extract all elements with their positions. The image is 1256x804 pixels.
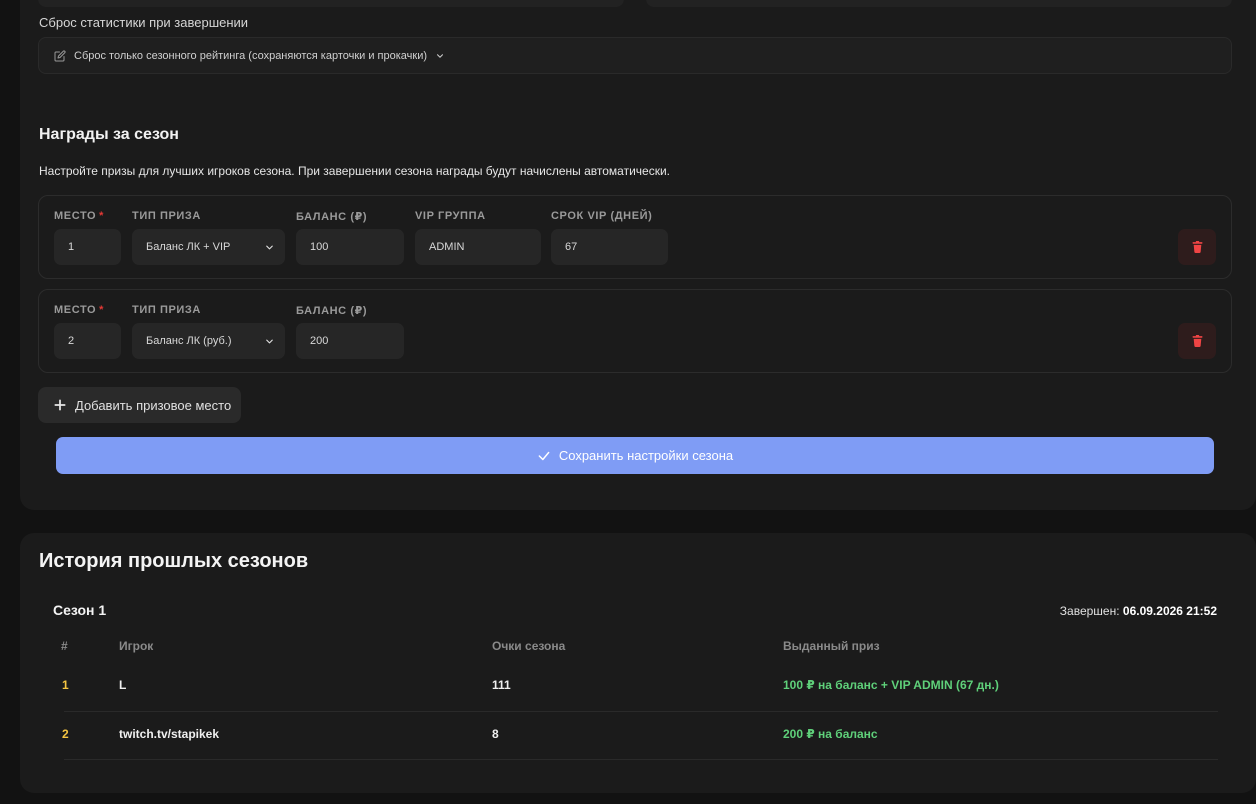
- rewards-title: Награды за сезон: [39, 126, 179, 143]
- row-divider: [64, 711, 1218, 712]
- row-player: L: [119, 678, 127, 692]
- balance-label: БАЛАНС (₽): [296, 305, 368, 317]
- place-input[interactable]: 2: [54, 323, 121, 359]
- top-input-right[interactable]: [646, 0, 1232, 7]
- stats-reset-selected: Сброс только сезонного рейтинга (сохраня…: [74, 49, 428, 62]
- chevron-down-icon: [437, 53, 444, 58]
- column-header-player: Игрок: [119, 639, 154, 653]
- required-mark: *: [99, 210, 105, 222]
- stats-reset-label: Сброс статистики при завершении: [39, 15, 249, 30]
- balance-input[interactable]: 100: [296, 229, 404, 265]
- row-points: 8: [492, 727, 499, 741]
- delete-prize-button[interactable]: [1178, 229, 1216, 265]
- edit-icon: [54, 49, 66, 61]
- delete-prize-button[interactable]: [1178, 323, 1216, 359]
- chevron-down-icon: [266, 339, 273, 343]
- row-rank: 2: [62, 727, 69, 741]
- place-input[interactable]: 1: [54, 229, 121, 265]
- row-points: 111: [492, 678, 511, 692]
- finished-date: 06.09.2026 21:52: [1122, 604, 1217, 618]
- check-icon: [538, 451, 550, 460]
- row-divider: [64, 759, 1218, 760]
- row-rank: 1: [62, 678, 69, 692]
- save-season-settings-label: Сохранить настройки сезона: [558, 448, 734, 463]
- place-label: МЕСТО *: [54, 210, 105, 222]
- required-mark: *: [99, 304, 105, 316]
- row-prize: 200 ₽ на баланс: [783, 727, 878, 741]
- prize-type-value: Баланс ЛК + VIP: [146, 241, 231, 253]
- prize-row: МЕСТО * 1 ТИП ПРИЗА Баланс ЛК + VIP БАЛАН…: [38, 195, 1232, 279]
- prize-type-label: ТИП ПРИЗА: [132, 210, 201, 222]
- row-player: twitch.tv/stapikek: [119, 727, 220, 741]
- column-header-rank: #: [61, 639, 68, 653]
- place-label: МЕСТО *: [54, 304, 105, 316]
- column-header-points: Очки сезона: [492, 639, 566, 653]
- prize-row: МЕСТО * 2 ТИП ПРИЗА Баланс ЛК (руб.) БАЛА…: [38, 289, 1232, 373]
- prize-type-select[interactable]: Баланс ЛК + VIP: [132, 229, 285, 265]
- column-header-prize: Выданный приз: [783, 639, 880, 653]
- chevron-down-icon: [266, 245, 273, 249]
- add-prize-button[interactable]: Добавить призовое место: [38, 387, 241, 423]
- add-prize-label: Добавить призовое место: [75, 397, 232, 413]
- season-name: Сезон 1: [53, 602, 107, 618]
- vip-group-label: VIP ГРУППА: [415, 210, 486, 222]
- prize-type-select[interactable]: Баланс ЛК (руб.): [132, 323, 285, 359]
- trash-icon: [1192, 335, 1202, 347]
- stats-reset-select[interactable]: Сброс только сезонного рейтинга (сохраня…: [38, 37, 1232, 74]
- save-season-settings-button[interactable]: Сохранить настройки сезона: [56, 437, 1214, 474]
- prize-type-label: ТИП ПРИЗА: [132, 304, 201, 316]
- rewards-description: Настройте призы для лучших игроков сезон…: [39, 164, 670, 178]
- prize-type-value: Баланс ЛК (руб.): [146, 335, 232, 347]
- vip-days-input[interactable]: 67: [551, 229, 668, 265]
- season-finished-date: Завершен: 06.09.2026 21:52: [1060, 604, 1217, 618]
- row-prize: 100 ₽ на баланс + VIP ADMIN (67 дн.): [783, 678, 999, 692]
- balance-label: БАЛАНС (₽): [296, 211, 368, 223]
- vip-group-input[interactable]: ADMIN: [415, 229, 541, 265]
- trash-icon: [1192, 241, 1202, 253]
- top-input-left[interactable]: [38, 0, 624, 7]
- finished-label: Завершен:: [1059, 604, 1120, 618]
- balance-input[interactable]: 200: [296, 323, 404, 359]
- history-title: История прошлых сезонов: [39, 550, 309, 572]
- vip-days-label: СРОК VIP (ДНЕЙ): [551, 210, 653, 222]
- plus-icon: [54, 399, 66, 411]
